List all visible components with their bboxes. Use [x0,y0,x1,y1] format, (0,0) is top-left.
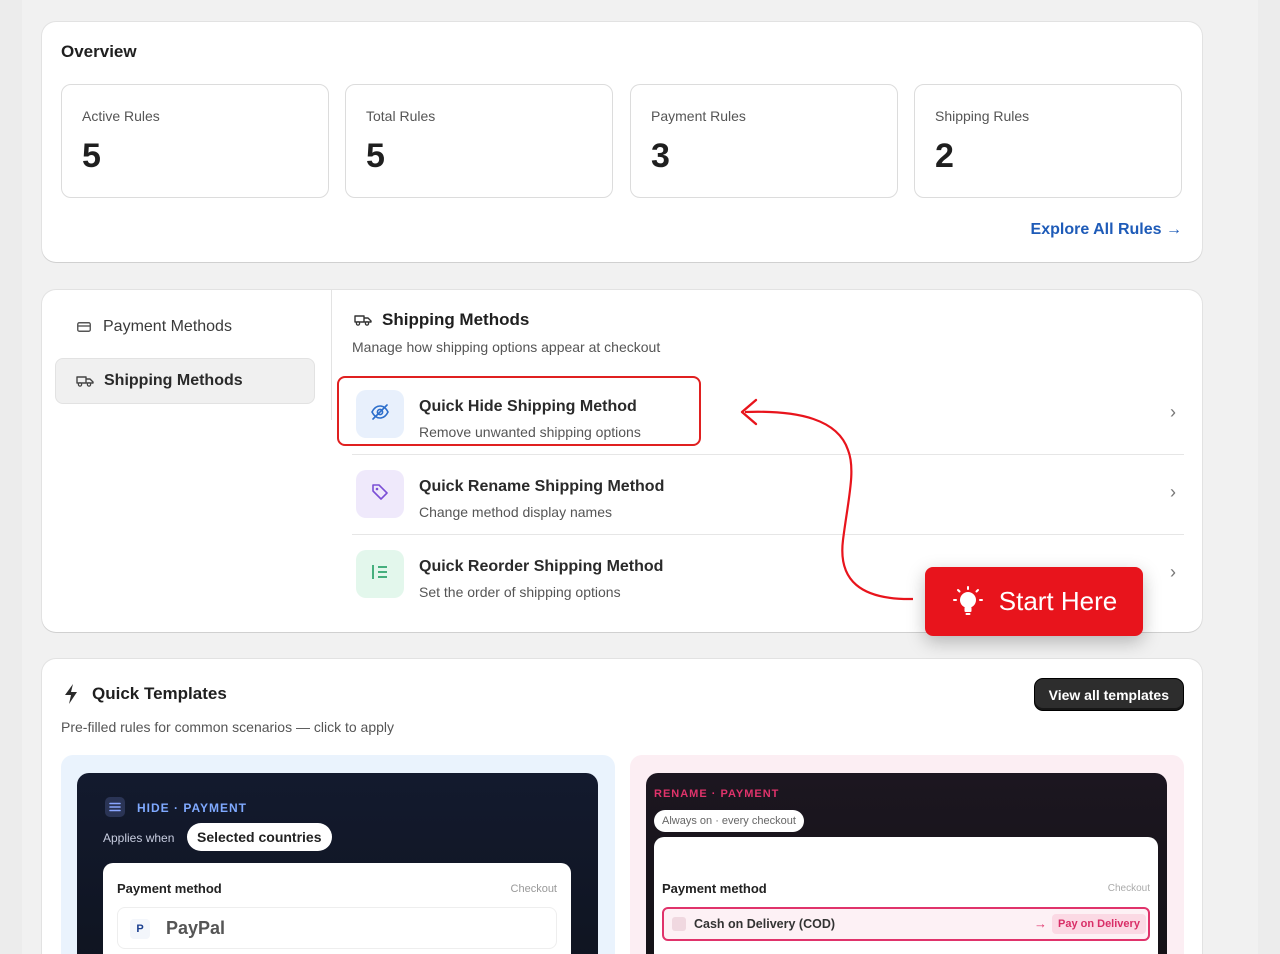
option-title: Quick Reorder Shipping Method [419,558,664,575]
stat-value: 2 [935,137,954,175]
chevron-right-icon: › [1170,482,1176,502]
sidebar-item-label: Payment Methods [103,318,232,335]
lightning-icon [64,684,78,704]
section-subtitle: Manage how shipping options appear at ch… [352,339,661,355]
template-card-rename-payment[interactable]: RENAME · PAYMENT Always on · every check… [630,755,1184,954]
explore-all-rules-link[interactable]: Explore All Rules → [1031,221,1182,239]
option-subtitle: Set the order of shipping options [419,584,621,600]
stat-value: 5 [82,137,101,175]
template-tag: RENAME · PAYMENT [654,788,780,800]
panel-meta: Checkout [510,883,557,895]
section-title: Shipping Methods [382,310,530,329]
applies-label: Applies when [103,831,175,845]
stat-label: Payment Rules [651,108,746,124]
payment-method-row: P PayPal [117,907,557,949]
option-icon-box [356,470,404,518]
highlight-box [337,376,701,446]
truck-icon [354,314,372,326]
divider [331,290,332,420]
stat-label: Shipping Rules [935,108,1030,124]
view-all-templates-button[interactable]: View all templates [1033,678,1184,711]
condition-pill: Always on · every checkout [654,810,804,832]
list-order-icon [370,562,390,587]
stat-value: 3 [651,137,670,175]
arrow-right-icon: → [1034,916,1047,931]
sidebar-item-label: Shipping Methods [104,372,243,389]
overview-card: Overview Active Rules 5 Total Rules 5 Pa… [42,22,1202,262]
sidebar-item-payment-methods[interactable]: Payment Methods [55,304,315,350]
panel-title: Payment method [662,881,767,896]
payment-preview-panel: Payment method Checkout P PayPal [103,863,571,954]
stat-label: Total Rules [366,108,436,124]
template-preview: RENAME · PAYMENT Always on · every check… [646,773,1167,954]
paypal-icon: P [130,919,150,939]
lightbulb-icon [951,585,985,619]
template-card-hide-payment[interactable]: HIDE · PAYMENT Applies when Selected cou… [61,755,615,954]
stat-active-rules: Active Rules 5 [61,84,329,198]
stat-value: 5 [366,137,385,175]
credit-card-icon [75,321,93,333]
start-here-callout[interactable]: Start Here [925,567,1143,636]
chevron-right-icon: › [1170,402,1176,422]
callout-label: Start Here [998,586,1118,616]
section-title: Quick Templates [92,684,227,703]
stat-payment-rules: Payment Rules 3 [630,84,898,198]
payment-preview-panel: Payment method Checkout Cash on Delivery… [654,837,1158,954]
section-subtitle: Pre-filled rules for common scenarios — … [61,719,395,735]
option-quick-rename-shipping[interactable]: Quick Rename Shipping Method Change meth… [352,454,1184,534]
templates-card: Quick Templates Pre-filled rules for com… [42,659,1202,954]
list-icon [105,797,125,817]
chevron-right-icon: › [1170,562,1176,582]
truck-icon [76,375,94,387]
stat-total-rules: Total Rules 5 [345,84,613,198]
shipping-methods-heading: Shipping Methods [354,310,529,330]
template-tag: HIDE · PAYMENT [137,801,248,815]
checkbox [672,917,686,931]
sidebar-item-shipping-methods[interactable]: Shipping Methods [55,358,315,404]
option-icon-box [356,550,404,598]
payment-method-name: PayPal [166,918,226,938]
renamed-badge: Pay on Delivery [1052,914,1146,934]
panel-title: Payment method [117,881,222,896]
stat-shipping-rules: Shipping Rules 2 [914,84,1182,198]
option-subtitle: Change method display names [419,504,613,520]
payment-method-name: Cash on Delivery (COD) [694,917,836,931]
option-title: Quick Rename Shipping Method [419,478,665,495]
template-preview: HIDE · PAYMENT Applies when Selected cou… [77,773,598,954]
stat-label: Active Rules [82,108,160,124]
tag-icon [371,483,389,506]
payment-method-row: Cash on Delivery (COD) → Pay on Delivery [662,907,1150,941]
condition-pill: Selected countries [187,823,332,851]
overview-title: Overview [61,42,137,61]
panel-meta: Checkout [1107,883,1150,894]
templates-heading: Quick Templates [64,684,227,704]
